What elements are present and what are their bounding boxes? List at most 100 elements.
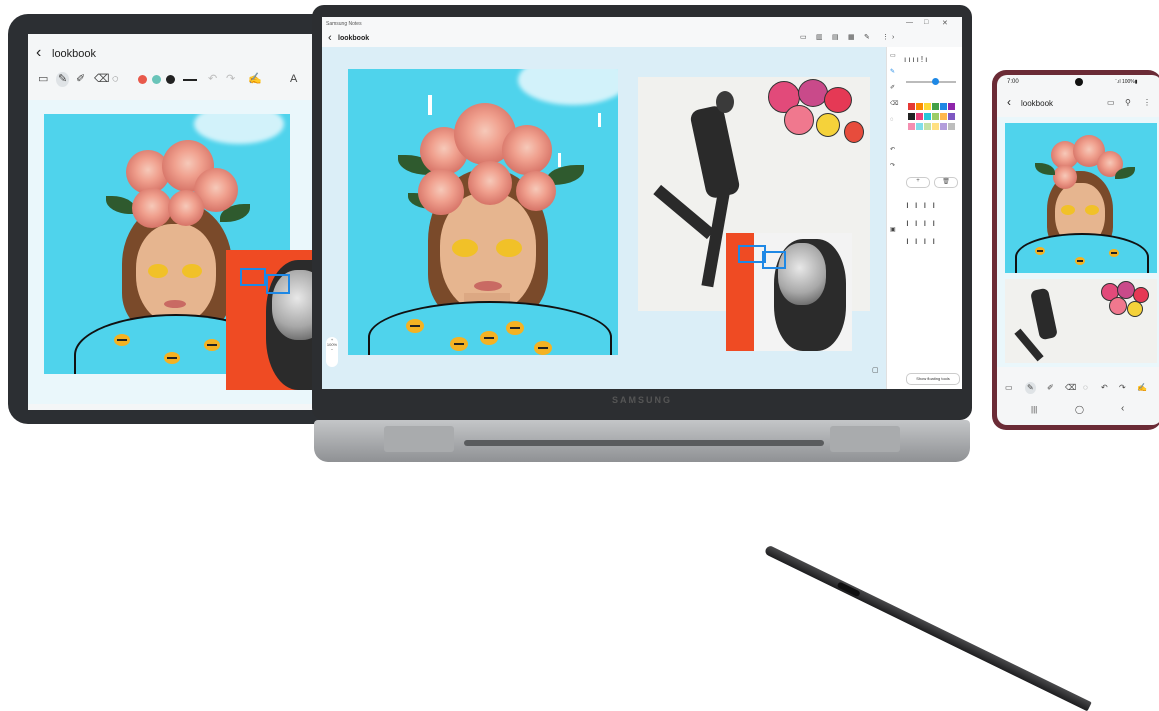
back-chevron-icon[interactable]: ‹ [36, 44, 41, 62]
palette-swatch[interactable] [940, 113, 947, 120]
lasso-icon[interactable]: ◌ [112, 74, 119, 85]
back-chevron-icon[interactable]: ‹ [328, 32, 332, 44]
phone-canvas[interactable] [997, 117, 1159, 367]
save-icon[interactable]: ▥ [816, 34, 823, 41]
back-chevron-icon[interactable]: ‹ [1007, 95, 1011, 109]
share-icon[interactable]: ▦ [848, 34, 855, 41]
palette-swatch[interactable] [948, 103, 955, 110]
lasso-icon[interactable]: ◌ [890, 117, 894, 123]
show-floating-tools-button[interactable]: Show floating tools [906, 373, 960, 385]
undo-icon[interactable]: ↶ [890, 147, 895, 153]
palette-swatch[interactable] [948, 113, 955, 120]
collapse-panel-icon[interactable]: › [892, 34, 894, 41]
palette-swatch[interactable] [932, 123, 939, 130]
color-swatch-black[interactable] [166, 75, 175, 84]
redo-icon[interactable]: ↷ [226, 74, 235, 85]
phone-time: 7:00 [1007, 79, 1019, 85]
close-button[interactable]: ✕ [942, 19, 948, 27]
palette-swatch[interactable] [932, 113, 939, 120]
book-view-icon[interactable]: ▭ [1107, 99, 1115, 107]
laptop-collage-image [348, 69, 618, 355]
pen-settings-icon[interactable]: ✍ [1137, 384, 1147, 392]
more-options-icon[interactable]: ⋮ [1143, 99, 1151, 107]
highlighter-icon[interactable]: ✐ [76, 74, 85, 85]
lasso-icon[interactable]: ◌ [1083, 384, 1088, 392]
redo-icon[interactable]: ↷ [1119, 384, 1126, 392]
nav-home-button[interactable]: ◯ [1075, 405, 1084, 414]
add-pen-button[interactable]: + [906, 177, 930, 188]
tablet-canvas[interactable] [28, 100, 338, 404]
palette-swatch[interactable] [916, 123, 923, 130]
keyboard-icon[interactable]: ▭ [1005, 384, 1013, 392]
stroke-size-slider[interactable] [906, 81, 956, 83]
palette-swatch[interactable] [940, 103, 947, 110]
palette-swatch[interactable] [948, 123, 955, 130]
page-icon[interactable]: ▢ [872, 367, 879, 374]
maximize-button[interactable]: □ [924, 19, 928, 26]
laptop-tool-rail: ▭ ✎ ✐ ⌫ ◌ ↶ ↷ ▣ [886, 47, 901, 389]
palette-swatch[interactable] [908, 103, 915, 110]
laptop-screen: Samsung Notes — □ ✕ ‹ lookbook ▭ ▥ ▤ ▦ ✎… [322, 17, 962, 389]
attach-icon[interactable]: ▤ [832, 34, 839, 41]
undo-icon[interactable]: ↶ [208, 74, 217, 85]
s-pen-button [836, 581, 861, 598]
pen-icon[interactable]: ✎ [1025, 382, 1036, 394]
eraser-icon[interactable]: ⌫ [1065, 384, 1076, 392]
laptop-device: Samsung Notes — □ ✕ ‹ lookbook ▭ ▥ ▤ ▦ ✎… [312, 5, 972, 420]
palette-swatch[interactable] [940, 123, 947, 130]
palette-swatch[interactable] [916, 113, 923, 120]
text-icon[interactable]: A [290, 74, 297, 85]
keyboard-icon[interactable]: ▭ [890, 53, 896, 59]
laptop-canvas[interactable]: +100% − ▢ [322, 47, 886, 389]
more-options-icon[interactable]: ⋮ [882, 34, 889, 41]
palette-swatch[interactable] [908, 123, 915, 130]
brand-logo: SAMSUNG [612, 395, 673, 405]
image-icon[interactable]: ▣ [890, 227, 896, 233]
redo-icon[interactable]: ↷ [890, 163, 895, 169]
color-palette[interactable] [908, 103, 958, 163]
tablet-toolbar: ▭ ✎ ✐ ⌫ ◌ ↶ ↷ ✍ A [28, 70, 338, 90]
nav-back-button[interactable]: ‹ [1121, 403, 1124, 414]
laptop-pen-settings-panel: ıııı!ı + 🗑 ıııı ıııı ıııı Show floating … [900, 47, 962, 389]
undo-icon[interactable]: ↶ [1101, 384, 1108, 392]
phone-device: 7:00 ¨.ıl 100%▮ ‹ lookbook ▭ ⚲ ⋮ ▭ ✎ ✐ ⌫… [992, 70, 1159, 430]
book-view-icon[interactable]: ▭ [800, 34, 807, 41]
phone-note-title: lookbook [1021, 99, 1054, 108]
favorite-pens[interactable]: ıııı ıııı ıııı [906, 197, 960, 257]
phone-collage-image [1005, 123, 1157, 273]
laptop-portrait-cutout [726, 233, 852, 351]
edit-icon[interactable]: ✎ [864, 34, 870, 41]
tablet-device: ‹ lookbook ▭ ✎ ✐ ⌫ ◌ ↶ ↷ ✍ A [8, 14, 338, 424]
keyboard-edge [464, 440, 824, 446]
hinge-left [384, 426, 454, 452]
color-swatch-red[interactable] [138, 75, 147, 84]
palette-swatch[interactable] [924, 113, 931, 120]
pen-icon[interactable]: ✎ [890, 69, 895, 75]
zoom-control[interactable]: +100% − [326, 337, 338, 367]
palette-swatch[interactable] [916, 103, 923, 110]
phone-toolbar: ▭ ✎ ✐ ⌫ ◌ ↶ ↷ ✍ [997, 381, 1159, 397]
app-title: Samsung Notes [326, 21, 362, 27]
pen-type-row[interactable]: ıııı!ı [904, 55, 958, 69]
nav-recents-button[interactable]: ||| [1031, 405, 1037, 414]
highlighter-icon[interactable]: ✐ [1047, 384, 1054, 392]
palette-swatch[interactable] [924, 103, 931, 110]
palette-swatch[interactable] [932, 103, 939, 110]
eraser-icon[interactable]: ⌫ [890, 101, 898, 107]
stroke-width-indicator[interactable] [183, 79, 197, 81]
eraser-icon[interactable]: ⌫ [94, 74, 110, 85]
minimize-button[interactable]: — [906, 19, 913, 26]
color-swatch-teal[interactable] [152, 75, 161, 84]
pen-settings-icon[interactable]: ✍ [248, 74, 262, 85]
phone-fashion-sketch [1005, 279, 1157, 363]
keyboard-icon[interactable]: ▭ [38, 74, 48, 85]
phone-screen: 7:00 ¨.ıl 100%▮ ‹ lookbook ▭ ⚲ ⋮ ▭ ✎ ✐ ⌫… [997, 75, 1159, 425]
pen-icon[interactable]: ✎ [56, 72, 70, 87]
highlighter-icon[interactable]: ✐ [890, 85, 895, 91]
palette-swatch[interactable] [924, 123, 931, 130]
palette-swatch[interactable] [908, 113, 915, 120]
phone-status: ¨.ıl 100%▮ [1115, 79, 1138, 85]
attach-icon[interactable]: ⚲ [1125, 99, 1131, 107]
tablet-screen: ‹ lookbook ▭ ✎ ✐ ⌫ ◌ ↶ ↷ ✍ A [28, 34, 338, 410]
delete-pen-button[interactable]: 🗑 [934, 177, 958, 188]
